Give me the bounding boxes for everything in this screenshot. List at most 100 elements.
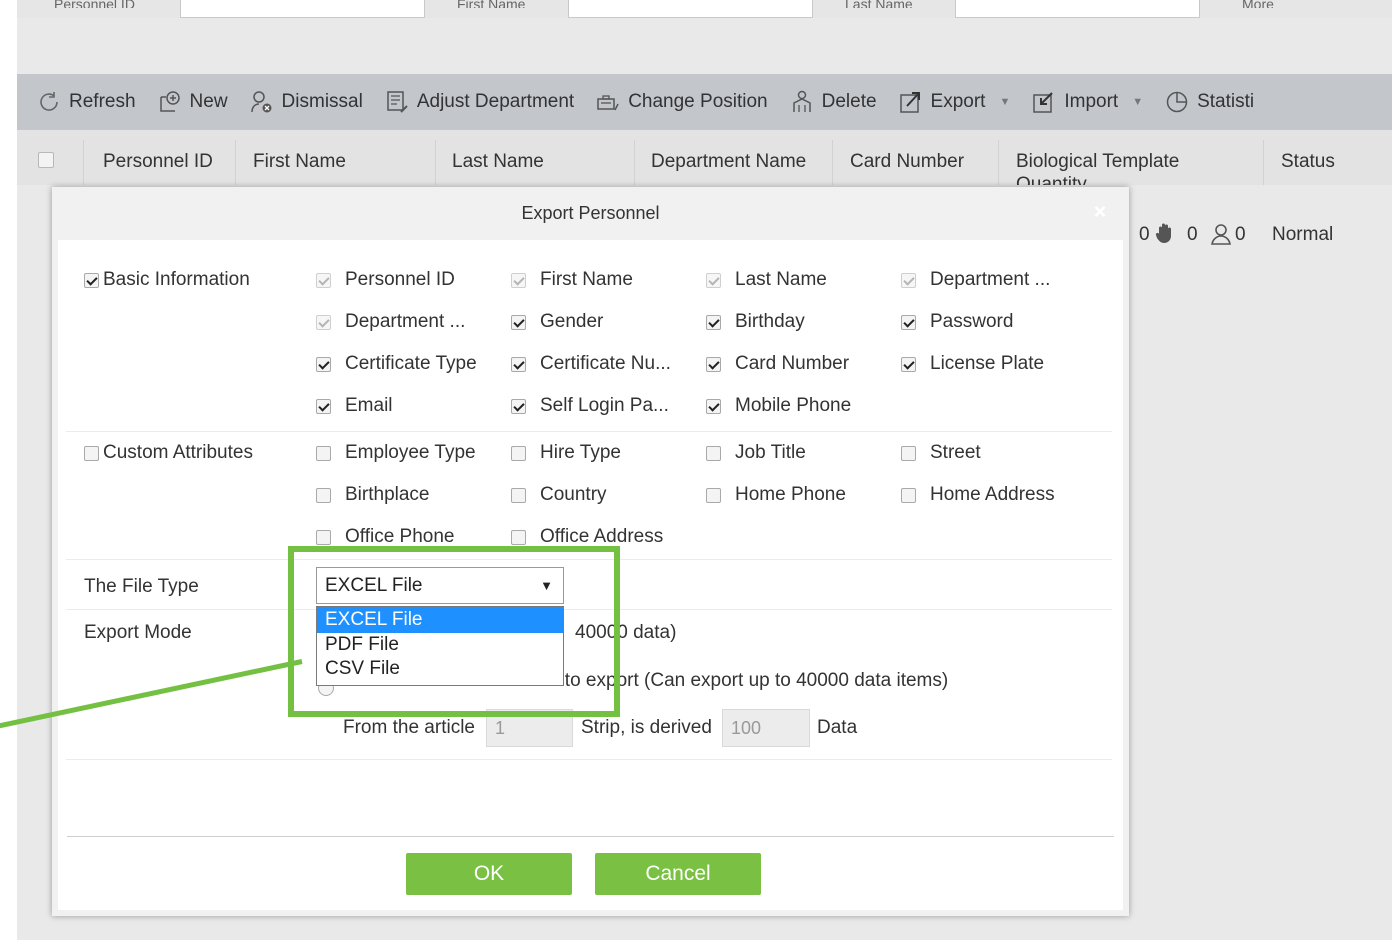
checkbox-icon[interactable] — [901, 356, 916, 372]
checkbox-icon[interactable] — [511, 398, 526, 414]
from-article-label: From the article — [343, 717, 475, 738]
refresh-label: Refresh — [69, 91, 136, 112]
checkbox-icon[interactable] — [706, 487, 721, 503]
refresh-icon — [37, 90, 61, 114]
column-header-first-name[interactable]: First Name — [253, 151, 346, 173]
option-mobile-phone[interactable]: Mobile Phone — [706, 395, 851, 417]
option-self-login-password[interactable]: Self Login Pa... — [511, 395, 669, 417]
option-home-address[interactable]: Home Address — [901, 484, 1055, 506]
change-position-button[interactable]: Change Position — [596, 90, 768, 114]
checkbox-icon[interactable] — [316, 398, 331, 414]
option-label: Street — [930, 442, 981, 463]
checkbox-icon[interactable] — [706, 398, 721, 414]
option-email[interactable]: Email — [316, 395, 393, 417]
checkbox-icon[interactable] — [511, 487, 526, 503]
column-header-status[interactable]: Status — [1281, 151, 1335, 173]
column-header-biological-template[interactable]: Biological Template — [1016, 151, 1179, 173]
dismissal-icon — [250, 90, 274, 114]
file-type-label: The File Type — [84, 576, 199, 597]
checkbox-icon[interactable] — [316, 356, 331, 372]
basic-information-checkbox[interactable]: Basic Information — [84, 269, 250, 291]
checkbox-icon — [316, 272, 331, 288]
checkbox-icon[interactable] — [511, 314, 526, 330]
checkbox-icon[interactable] — [706, 356, 721, 372]
new-button[interactable]: New — [158, 90, 228, 114]
table-row[interactable]: 0 0 0 Normal — [1139, 185, 1392, 245]
checkbox-icon[interactable] — [511, 529, 526, 545]
option-password[interactable]: Password — [901, 311, 1013, 333]
first-name-input[interactable] — [568, 0, 813, 18]
table-header: Personnel ID First Name Last Name Depart… — [17, 130, 1392, 185]
option-street[interactable]: Street — [901, 442, 981, 464]
option-employee-type[interactable]: Employee Type — [316, 442, 476, 464]
option-hire-type[interactable]: Hire Type — [511, 442, 621, 464]
checkbox-icon[interactable] — [706, 314, 721, 330]
basic-information-check-icon[interactable] — [84, 272, 99, 288]
option-label: Personnel ID — [345, 269, 455, 290]
ok-button[interactable]: OK — [406, 853, 572, 895]
option-card-number[interactable]: Card Number — [706, 353, 849, 375]
option-label: Certificate Nu... — [540, 353, 671, 374]
column-header-card-number[interactable]: Card Number — [850, 151, 964, 173]
checkbox-icon[interactable] — [901, 445, 916, 461]
column-divider — [1263, 140, 1264, 185]
strip-count-input[interactable]: 100 — [722, 709, 810, 747]
column-divider — [435, 140, 436, 185]
option-office-phone[interactable]: Office Phone — [316, 526, 455, 548]
custom-attributes-checkbox[interactable]: Custom Attributes — [84, 442, 253, 464]
import-caret-icon[interactable]: ▼ — [1132, 96, 1143, 108]
checkbox-icon[interactable] — [316, 529, 331, 545]
checkbox-icon[interactable] — [511, 356, 526, 372]
palm-icon — [1155, 222, 1175, 250]
checkbox-icon[interactable] — [511, 445, 526, 461]
column-header-department-name[interactable]: Department Name — [651, 151, 806, 173]
new-label: New — [189, 91, 228, 112]
adjust-department-label: Adjust Department — [416, 91, 575, 112]
export-caret-icon[interactable]: ▼ — [999, 96, 1010, 108]
checkbox-icon[interactable] — [316, 445, 331, 461]
option-certificate-number[interactable]: Certificate Nu... — [511, 353, 671, 375]
delete-button[interactable]: Delete — [790, 90, 877, 114]
dismissal-label: Dismissal — [281, 91, 363, 112]
statistics-button[interactable]: Statisti — [1165, 90, 1254, 114]
custom-attributes-check-icon[interactable] — [84, 445, 99, 461]
export-mode-label: Export Mode — [84, 622, 192, 643]
select-all-checkbox[interactable] — [38, 152, 54, 168]
option-office-address[interactable]: Office Address — [511, 526, 663, 548]
footer-divider — [67, 836, 1114, 837]
option-country[interactable]: Country — [511, 484, 607, 506]
checkbox-icon — [511, 272, 526, 288]
option-birthplace[interactable]: Birthplace — [316, 484, 430, 506]
option-job-title[interactable]: Job Title — [706, 442, 806, 464]
dismissal-button[interactable]: Dismissal — [250, 90, 363, 114]
option-birthday[interactable]: Birthday — [706, 311, 805, 333]
cancel-button[interactable]: Cancel — [595, 853, 761, 895]
search-label-personnel-id: Personnel ID — [54, 0, 135, 8]
refresh-button[interactable]: Refresh — [37, 90, 136, 114]
option-label: Office Address — [540, 526, 664, 547]
option-certificate-type[interactable]: Certificate Type — [316, 353, 477, 375]
column-header-last-name[interactable]: Last Name — [452, 151, 544, 173]
import-button[interactable]: Import ▼ — [1032, 90, 1143, 114]
export-button[interactable]: Export ▼ — [899, 90, 1010, 114]
option-gender[interactable]: Gender — [511, 311, 603, 333]
checkbox-icon[interactable] — [901, 314, 916, 330]
option-license-plate[interactable]: License Plate — [901, 353, 1044, 375]
dialog-title-bar: Export Personnel × — [52, 187, 1129, 240]
close-icon[interactable]: × — [1089, 201, 1111, 223]
more-link[interactable]: More — [1242, 0, 1274, 8]
checkbox-icon — [706, 272, 721, 288]
option-label: Office Phone — [345, 526, 455, 547]
highlight-annotation-box — [288, 546, 620, 717]
checkbox-icon — [316, 314, 331, 330]
column-header-personnel-id[interactable]: Personnel ID — [103, 151, 213, 173]
option-home-phone[interactable]: Home Phone — [706, 484, 846, 506]
option-label: Country — [540, 484, 607, 505]
checkbox-icon[interactable] — [901, 487, 916, 503]
checkbox-icon[interactable] — [706, 445, 721, 461]
personnel-id-input[interactable] — [180, 0, 425, 18]
option-label: First Name — [540, 269, 633, 290]
last-name-input[interactable] — [955, 0, 1200, 18]
checkbox-icon[interactable] — [316, 487, 331, 503]
adjust-department-button[interactable]: Adjust Department — [385, 90, 574, 114]
